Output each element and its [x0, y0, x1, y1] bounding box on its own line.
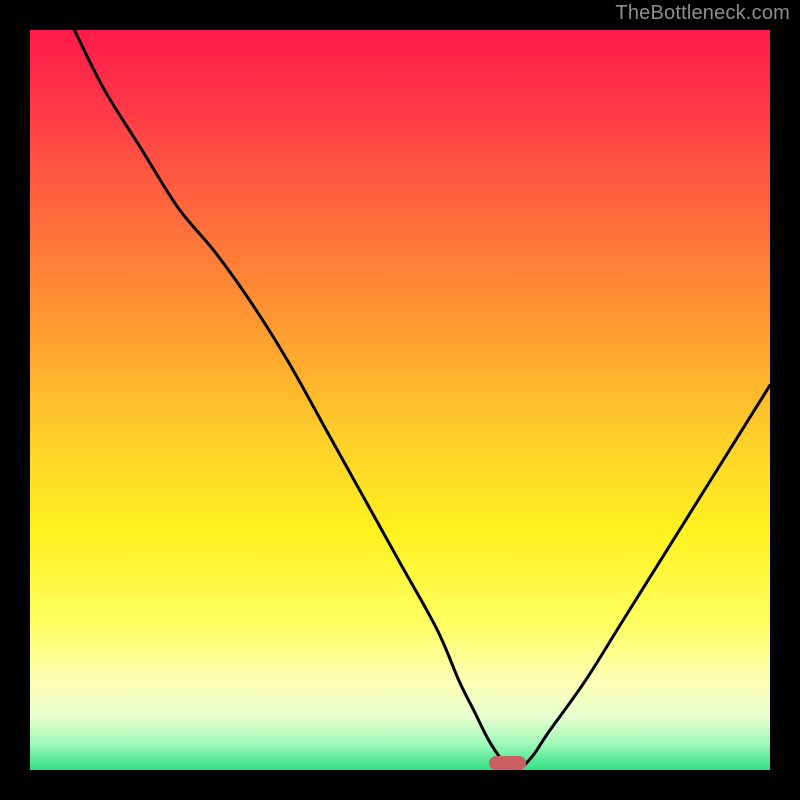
gradient-plot-svg	[30, 30, 770, 770]
watermark-text: TheBottleneck.com	[615, 2, 790, 25]
chart-frame: TheBottleneck.com	[0, 0, 800, 800]
optimum-marker	[489, 756, 526, 770]
plot-area	[30, 30, 770, 770]
gradient-background	[30, 30, 770, 770]
